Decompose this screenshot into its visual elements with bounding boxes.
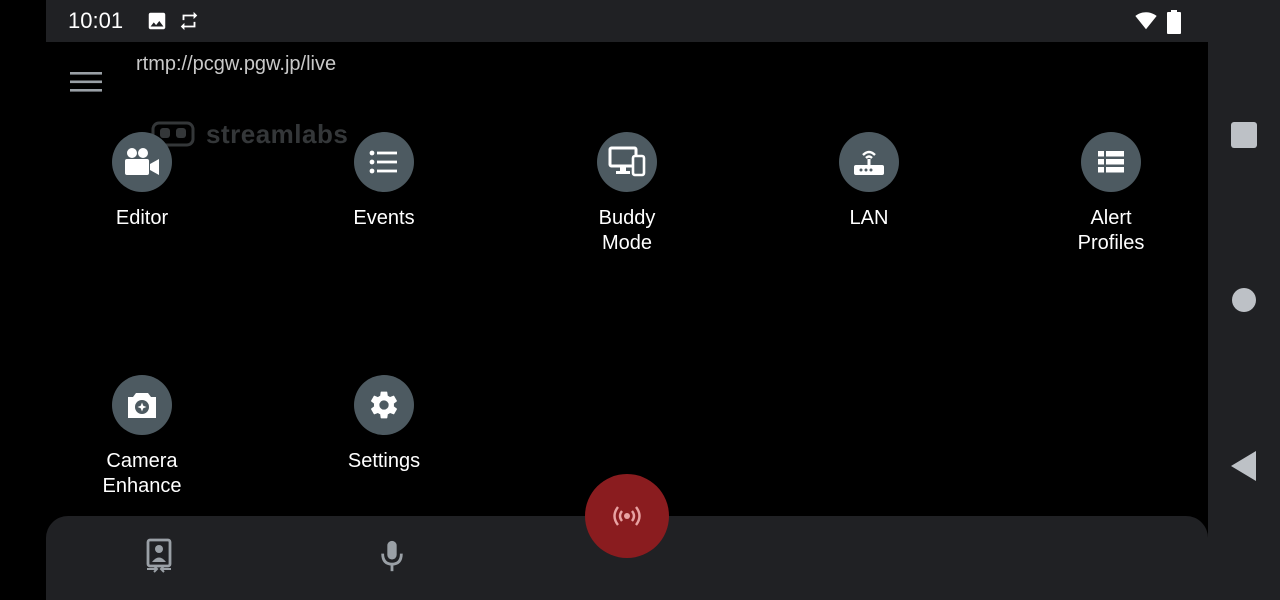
tile-editor-button[interactable] <box>112 132 172 192</box>
tile-label: Events <box>353 207 415 229</box>
tile-buddy-mode[interactable]: Buddy Mode <box>552 132 702 256</box>
tile-lan[interactable]: LAN <box>794 132 944 231</box>
tile-editor[interactable]: Editor <box>67 132 217 231</box>
gear-icon <box>371 391 397 419</box>
wifi-icon <box>1134 10 1157 32</box>
tile-events-button[interactable] <box>354 132 414 192</box>
microphone-icon[interactable] <box>378 538 414 574</box>
tile-label: Editor <box>115 207 169 229</box>
tile-buddy-mode-button[interactable] <box>597 132 657 192</box>
image-icon <box>146 10 168 32</box>
app-main: rtmp://pcgw.pgw.jp/live streamlabs Edito… <box>46 42 1208 600</box>
camera-enhance-icon <box>128 393 156 418</box>
back-button[interactable] <box>1230 450 1258 481</box>
tile-camera-enhance[interactable]: Camera Enhance <box>67 375 217 499</box>
recents-button[interactable] <box>1230 121 1258 149</box>
tile-lan-button[interactable] <box>839 132 899 192</box>
home-button[interactable] <box>1230 286 1258 314</box>
broadcast-icon <box>613 506 641 526</box>
tile-label: Alert Profiles <box>1077 207 1145 254</box>
list-icon <box>369 150 397 174</box>
tile-label: Settings <box>347 450 421 472</box>
android-nav-bar <box>1208 0 1280 600</box>
tile-events[interactable]: Events <box>309 132 459 231</box>
tile-settings[interactable]: Settings <box>309 375 459 474</box>
camera-switch-icon[interactable] <box>144 538 180 574</box>
tile-label: Camera Enhance <box>102 450 182 497</box>
tile-label: LAN <box>849 207 889 229</box>
tile-alert-profiles-button[interactable] <box>1081 132 1141 192</box>
devices-icon <box>608 146 646 177</box>
tile-alert-profiles[interactable]: Alert Profiles <box>1036 132 1186 256</box>
status-time: 10:01 <box>68 8 124 33</box>
router-icon <box>854 150 884 175</box>
left-edge <box>0 0 46 600</box>
tile-camera-enhance-button[interactable] <box>112 375 172 435</box>
video-camera-icon <box>125 148 159 175</box>
tile-label: Buddy Mode <box>598 207 656 254</box>
battery-icon <box>1166 10 1188 34</box>
tile-settings-button[interactable] <box>354 375 414 435</box>
go-live-button[interactable] <box>585 474 669 558</box>
rtmp-url: rtmp://pcgw.pgw.jp/live <box>136 53 337 75</box>
sync-icon <box>177 10 199 32</box>
view-list-icon <box>1098 151 1124 173</box>
status-bar: 10:01 <box>46 0 1208 42</box>
hamburger-menu-icon[interactable] <box>70 72 106 96</box>
